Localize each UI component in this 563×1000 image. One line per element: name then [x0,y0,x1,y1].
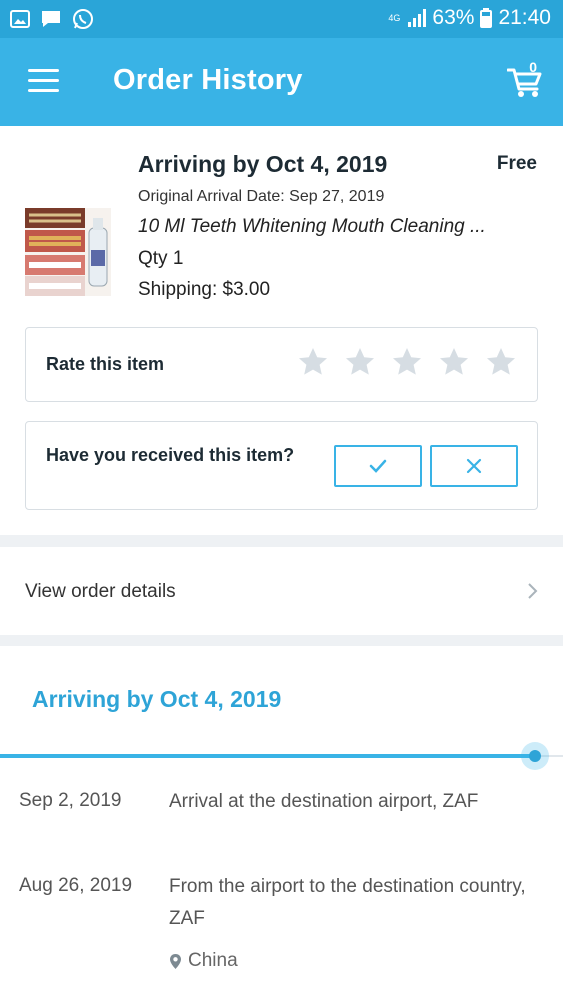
original-arrival-date: Original Arrival Date: Sep 27, 2019 [138,188,385,205]
battery-icon [480,8,493,28]
rate-label: Rate this item [46,354,165,374]
shipping-cost: Shipping: $3.00 [138,279,271,300]
status-bar: 4G 63% 21:40 [0,0,563,38]
quantity: Qty 1 [138,248,184,269]
location-pin-icon [170,953,181,969]
event-location-label: China [188,950,238,971]
tracking-title: Arriving by Oct 4, 2019 [32,686,282,712]
event-description: From the airport to the destination coun… [169,876,526,929]
clock: 21:40 [498,6,551,29]
tracking-progress-marker [521,742,549,770]
view-order-details-row[interactable]: View order details [0,547,563,635]
cart-button[interactable]: 0 [506,59,545,100]
rate-item-box: Rate this item [25,327,538,402]
product-name[interactable]: 10 Ml Teeth Whitening Mouth Cleaning ... [138,216,486,238]
message-icon [42,11,60,27]
tracking-progress-bar [0,754,535,758]
star-icon-1[interactable] [297,346,329,378]
star-icon-4[interactable] [438,346,470,378]
signal-icon [408,9,427,27]
check-icon [369,459,387,473]
page-title: Order History [113,64,303,96]
order-item-card: Arriving by Oct 4, 2019 Free Original Ar… [0,126,563,535]
event-location: China [169,950,238,972]
star-icon-2[interactable] [344,346,376,378]
close-icon [466,458,482,474]
chevron-right-icon [528,583,538,599]
cart-icon [506,68,542,97]
whatsapp-icon [73,9,93,29]
gallery-icon [10,10,30,28]
battery-percent: 63% [432,6,475,29]
star-icon-3[interactable] [391,346,423,378]
tracking-section: Arriving by Oct 4, 2019 Sep 2, 2019 Arri… [0,646,563,1000]
event-date: Sep 2, 2019 [19,790,122,811]
view-order-details-label: View order details [25,581,176,602]
event-description: Arrival at the destination airport, ZAF [169,791,479,812]
cart-count-badge: 0 [529,59,537,75]
event-date: Aug 26, 2019 [19,875,133,896]
received-question: Have you received this item? [46,445,295,465]
confirm-received-button[interactable] [334,445,422,487]
not-received-button[interactable] [430,445,518,487]
item-price: Free [496,153,537,174]
star-icon-5[interactable] [485,346,517,378]
received-item-box: Have you received this item? [25,421,538,510]
star-rating [297,346,517,378]
app-header: Order History 0 [0,38,563,126]
product-image[interactable] [25,208,111,296]
network-type: 4G [388,12,401,23]
hamburger-menu-icon[interactable] [28,69,60,93]
arrival-title: Arriving by Oct 4, 2019 [138,151,388,177]
